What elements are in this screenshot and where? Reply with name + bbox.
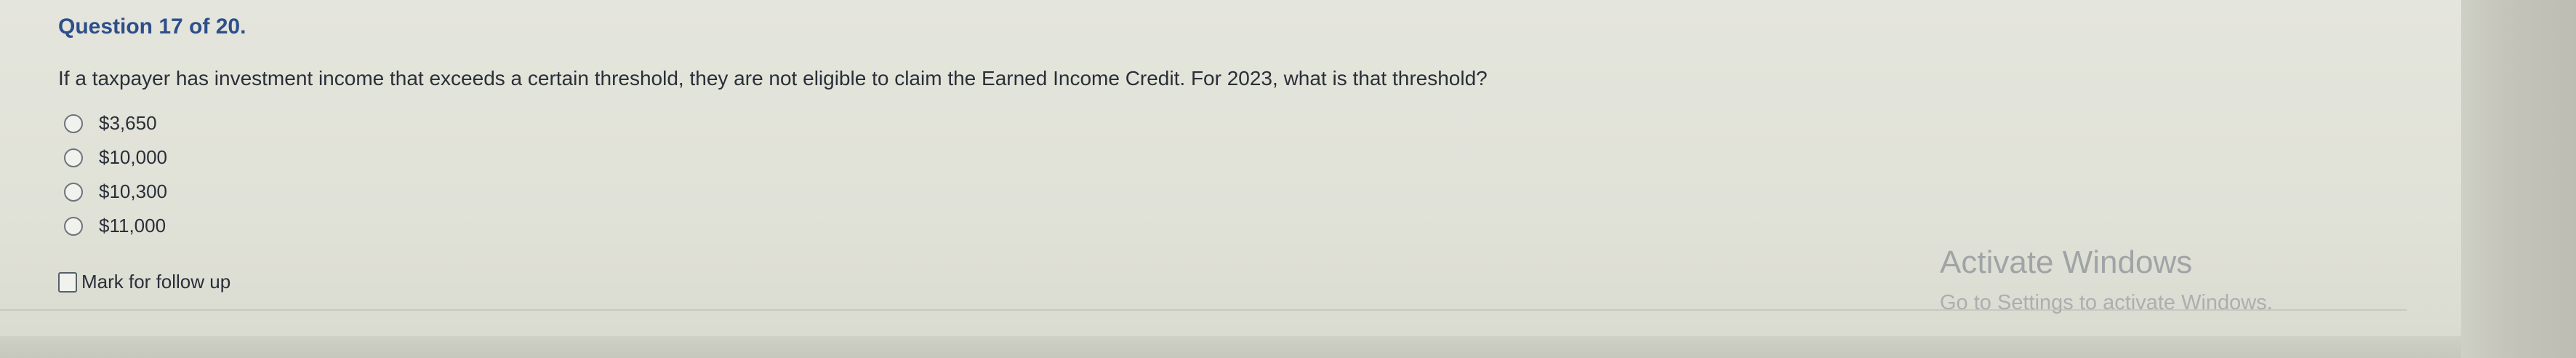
scrollbar-area — [2461, 0, 2576, 358]
option-11000[interactable]: $11,000 — [64, 209, 167, 243]
radio-button[interactable] — [64, 148, 83, 167]
radio-button[interactable] — [64, 216, 83, 236]
activate-windows-subtitle: Go to Settings to activate Windows. — [1940, 291, 2273, 314]
follow-up-label: Mark for follow up — [81, 271, 231, 293]
option-10000[interactable]: $10,000 — [64, 140, 167, 175]
option-3650[interactable]: $3,650 — [64, 106, 167, 140]
mark-follow-up[interactable]: Mark for follow up — [58, 271, 230, 293]
option-10300[interactable]: $10,300 — [64, 175, 167, 209]
bottom-toolbar-edge — [0, 336, 2461, 358]
answer-options: $3,650 $10,000 $10,300 $11,000 — [64, 106, 167, 243]
radio-button[interactable] — [64, 114, 83, 133]
question-text: If a taxpayer has investment income that… — [58, 67, 1488, 90]
option-label: $10,300 — [99, 180, 167, 202]
follow-up-checkbox[interactable] — [58, 271, 77, 293]
radio-button[interactable] — [64, 182, 83, 202]
question-number: Question 17 of 20. — [58, 15, 246, 39]
activate-windows-title: Activate Windows — [1940, 244, 2193, 280]
option-label: $11,000 — [99, 215, 166, 236]
option-label: $3,650 — [99, 112, 157, 134]
option-label: $10,000 — [99, 146, 167, 168]
